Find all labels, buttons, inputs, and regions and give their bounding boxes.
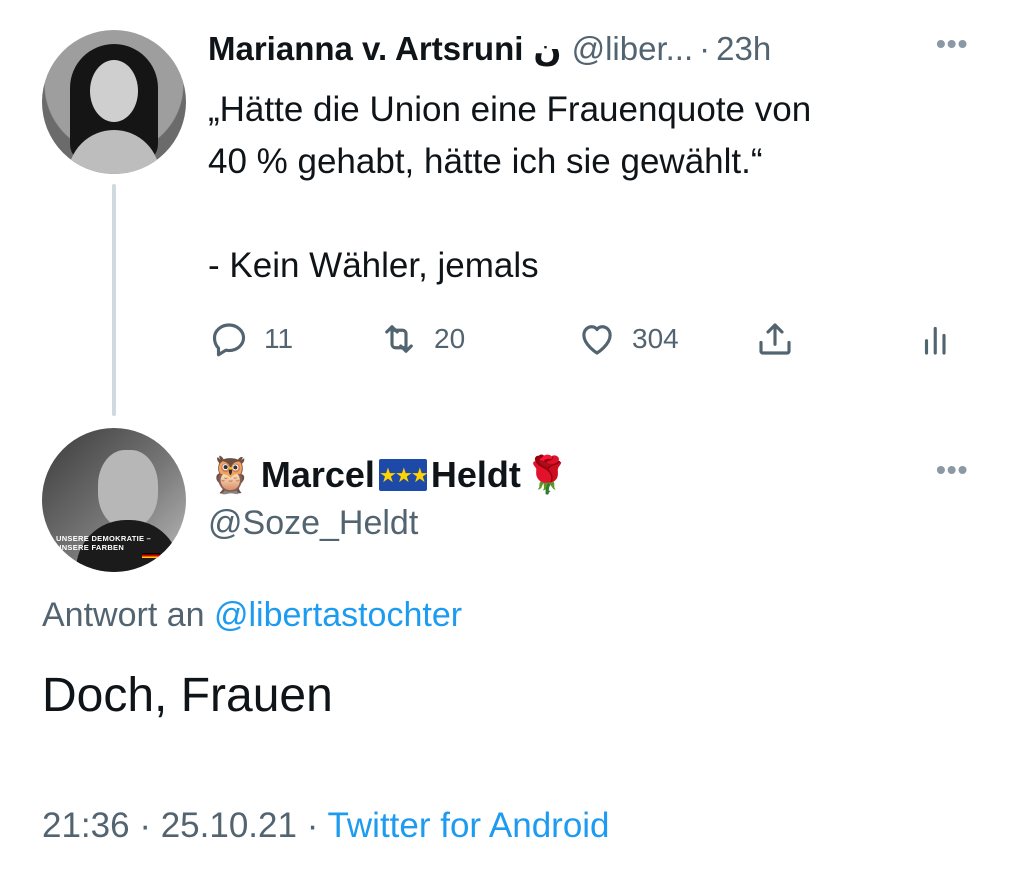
avatar-face (98, 450, 158, 528)
analytics-icon (924, 326, 946, 355)
like-count: 304 (632, 323, 679, 354)
rose-emoji-icon: 🌹 (524, 454, 570, 495)
reply-button[interactable]: 11 (208, 316, 293, 362)
thread-line (112, 184, 116, 416)
eu-stars: ★★★ (379, 464, 429, 487)
heart-icon (582, 325, 612, 355)
tweet1-author-name[interactable]: Marianna v. Artsruni (208, 30, 523, 68)
tweet1-author-suffix: ن (533, 30, 562, 68)
tweet2-handle[interactable]: @Soze_Heldt (208, 504, 418, 543)
tweet1-separator: · (699, 30, 711, 67)
meta-separator: · (139, 806, 151, 845)
tweet1-handle[interactable]: @liber... (572, 30, 694, 68)
retweet-icon (385, 325, 413, 353)
avatar-overlay-line: UNSERE FARBEN (56, 543, 125, 552)
avatar-overlay-line: UNSERE DEMOKRATIE – (56, 534, 152, 543)
share-icon (759, 323, 791, 355)
tweet2-name-last[interactable]: Heldt (431, 454, 521, 496)
reply-prefix: Antwort an (42, 596, 205, 634)
avatar-marianna[interactable] (42, 30, 186, 174)
tweet2-date[interactable]: 25.10.21 (161, 806, 297, 845)
more-options-icon[interactable]: ••• (936, 28, 968, 60)
tweet1-text-line: - Kein Wähler, jemals (208, 246, 539, 285)
tweet1-text-spacer (208, 188, 988, 240)
owl-emoji-icon: 🦉 (208, 454, 253, 495)
tweet2-source-link[interactable]: Twitter for Android (327, 806, 609, 845)
avatar-face (90, 60, 138, 122)
meta-separator: · (306, 806, 319, 845)
reply-icon (212, 323, 246, 357)
tweet2-header: 🦉 Marcel ★★★ Heldt 🌹 (208, 442, 570, 508)
retweet-button[interactable]: 20 (378, 316, 465, 362)
eu-flag-icon: ★★★ (378, 459, 429, 491)
like-button[interactable]: 304 (576, 316, 679, 362)
tweet1-header: Marianna v. Artsruni ن @liber... · 23h (208, 28, 988, 70)
avatar-marcel[interactable]: UNSERE DEMOKRATIE – UNSERE FARBEN (42, 428, 186, 572)
share-button[interactable] (754, 316, 796, 362)
retweet-count: 20 (434, 323, 466, 354)
german-flag-icon (142, 553, 160, 558)
analytics-button[interactable] (916, 316, 958, 362)
tweet1-text-line: 40 % gehabt, hätte ich sie gewählt.“ (208, 142, 763, 181)
reply-context: Antwort an @libertastochter (42, 596, 462, 635)
reply-to-link[interactable]: @libertastochter (214, 596, 462, 634)
tweet1-text-line: „Hätte die Union eine Frauenquote von (208, 90, 812, 129)
tweet2-name-first[interactable]: Marcel (261, 454, 375, 496)
avatar-overlay-text: UNSERE DEMOKRATIE – UNSERE FARBEN (56, 534, 166, 552)
tweet1-text: „Hätte die Union eine Frauenquote von 40… (208, 84, 988, 292)
reply-count: 11 (264, 323, 294, 354)
tweet2-meta: 21:36 · 25.10.21 · Twitter for Android (42, 806, 610, 846)
tweet1-time[interactable]: 23h (716, 30, 771, 68)
tweet2-text: Doch, Frauen (42, 669, 333, 722)
tweet1-actions: 11 20 304 (208, 316, 968, 362)
more-options-icon[interactable]: ••• (936, 454, 968, 486)
tweet2-time[interactable]: 21:36 (42, 806, 130, 845)
